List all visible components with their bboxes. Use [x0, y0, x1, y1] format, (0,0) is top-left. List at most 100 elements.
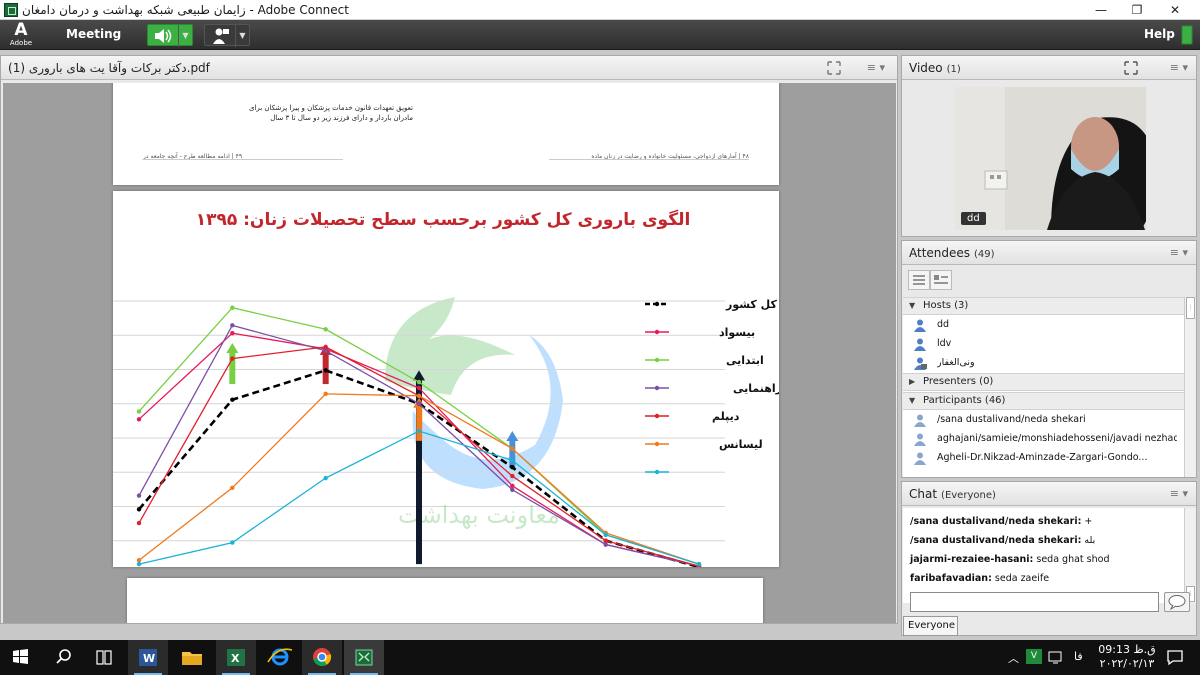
group-hosts-label: Hosts (3) — [923, 300, 969, 311]
video-pod: Video (1) ≡ ▾ dd — [901, 55, 1197, 237]
word-app[interactable]: W — [128, 640, 168, 675]
chrome-app[interactable] — [302, 640, 342, 675]
meeting-menu[interactable]: Meeting — [66, 27, 121, 41]
legend-item: بیسواد — [645, 326, 755, 339]
clock-date: ۲۰۲۲/۰۲/۱۳ — [1099, 657, 1155, 670]
video-menu-icon[interactable]: ≡ ▾ — [1170, 61, 1188, 74]
video-expand-icon[interactable] — [1124, 61, 1138, 75]
data-point — [230, 356, 235, 361]
list-view-icon[interactable] — [908, 270, 930, 290]
grouped-view-icon[interactable] — [930, 270, 952, 290]
system-clock[interactable]: 09:13 ق.ظ ۲۰۲۲/۰۲/۱۳ — [1094, 643, 1160, 671]
legend-label: راهنمایی — [733, 382, 779, 395]
excel-app[interactable]: X — [216, 640, 256, 675]
speaker-icon — [155, 29, 172, 43]
group-participants[interactable]: ▼ Participants (46) — [903, 392, 1185, 410]
chart-legend: کل کشوربیسوادابتداییراهنماییدیپلملیسانسف… — [645, 298, 896, 479]
input-language[interactable]: فا — [1074, 650, 1083, 663]
expand-arrow-icon[interactable]: ▼ — [909, 301, 915, 310]
ie-app[interactable] — [260, 640, 300, 675]
attendee-scrollbar[interactable]: ⋮ — [1184, 297, 1196, 477]
chat-input[interactable] — [910, 592, 1159, 612]
data-point — [136, 558, 142, 563]
search-button[interactable] — [44, 640, 84, 675]
chat-message: /sana dustalivand/neda shekari: + — [910, 516, 1092, 527]
data-point — [323, 327, 328, 332]
network-icon[interactable] — [1048, 650, 1064, 665]
attendee-row[interactable]: /sana dustalivand/neda shekari — [903, 411, 1185, 430]
adobe-logo: A Adobe — [8, 22, 34, 48]
fertility-chart: معاونت بهداشت الگوی باروری کل کشور برحسب… — [113, 209, 896, 611]
chat-messages[interactable]: /sana dustalivand/neda shekari: + /sana … — [903, 508, 1184, 603]
page-bullet-text: تعویق تعهدات قانون خدمات پزشکان و پیرا پ… — [248, 104, 413, 122]
notifications-icon[interactable] — [1166, 648, 1184, 666]
expand-arrow-icon[interactable]: ▼ — [909, 396, 915, 405]
speaker-button[interactable]: ▼ — [147, 24, 193, 47]
send-message-button[interactable] — [1164, 592, 1190, 612]
host-icon — [914, 338, 926, 351]
attendee-row[interactable]: Agheli-Dr.Nikzad-Aminzade-Zargari-Gondo.… — [903, 449, 1185, 468]
data-point — [230, 330, 235, 336]
data-point — [696, 561, 702, 567]
data-point — [136, 493, 142, 498]
chat-recipient-dropdown[interactable]: Everyone — [903, 616, 958, 636]
attendees-title: Attendees (49) — [909, 246, 995, 260]
presenter-dropdown-icon[interactable]: ▼ — [235, 25, 249, 47]
attendee-row[interactable]: dd — [903, 316, 1185, 335]
task-view-button[interactable] — [84, 640, 124, 675]
chat-message: /sana dustalivand/neda shekari: بله — [910, 535, 1095, 546]
data-point — [416, 401, 422, 406]
data-point — [136, 417, 142, 422]
help-menu[interactable]: Help — [1144, 27, 1175, 41]
attendees-count: (49) — [974, 249, 995, 260]
attendee-row[interactable]: aghajani/samieie/monshiadehosseni/javadi… — [903, 430, 1185, 449]
chat-scope: (Everyone) — [941, 490, 996, 501]
data-point — [510, 487, 515, 492]
data-point — [416, 428, 422, 434]
attendee-row[interactable]: ونی‌الغفار — [903, 354, 1185, 373]
svg-text:W: W — [143, 652, 155, 665]
data-point — [603, 542, 608, 547]
show-hidden-icons[interactable]: ︿ — [1008, 650, 1019, 666]
data-point — [136, 561, 142, 567]
video-feed[interactable]: dd — [955, 87, 1146, 230]
chat-text: seda zaeife — [994, 573, 1050, 584]
attendees-view-toggle — [908, 270, 954, 292]
svg-text:X: X — [231, 652, 240, 665]
data-point — [510, 446, 515, 451]
attendees-menu-icon[interactable]: ≡ ▾ — [1170, 246, 1188, 259]
legend-item: دیپلم — [645, 410, 740, 423]
chat-message: faribafavadian: seda zaeife — [910, 573, 1049, 584]
vpn-icon[interactable]: V — [1026, 649, 1042, 664]
attendee-row[interactable]: ldv — [903, 335, 1185, 354]
data-point — [230, 305, 235, 310]
webcam-image — [955, 87, 1146, 230]
group-presenters[interactable]: ▶ Presenters (0) — [903, 373, 1185, 391]
pod-menu-icon[interactable]: ≡ ▾ — [867, 61, 885, 74]
data-point — [230, 323, 235, 328]
expand-icon[interactable] — [827, 61, 841, 75]
attendee-list[interactable]: ▼ Hosts (3) dd ldv ونی‌الغفار ▶ Presente… — [903, 297, 1185, 477]
speaker-dropdown-icon[interactable]: ▼ — [178, 25, 192, 47]
start-button[interactable] — [0, 640, 40, 675]
chat-menu-icon[interactable]: ≡ ▾ — [1170, 487, 1188, 500]
close-button[interactable]: ✕ — [1152, 0, 1198, 20]
file-explorer-app[interactable] — [172, 640, 212, 675]
document-viewer[interactable]: تعویق تعهدات قانون خدمات پزشکان و پیرا پ… — [3, 83, 896, 623]
chat-sender: jajarmi-rezaiee-hasani: — [910, 554, 1034, 565]
chat-text: + — [1084, 516, 1093, 527]
collapse-arrow-icon[interactable]: ▶ — [909, 377, 915, 386]
presenter-button[interactable]: ▼ — [204, 24, 250, 47]
legend-item: کل کشور — [645, 298, 777, 311]
scroll-thumb[interactable]: ⋮ — [1186, 297, 1195, 319]
legend-label: کل کشور — [725, 298, 777, 311]
data-point — [510, 473, 515, 479]
adobe-connect-app[interactable] — [344, 640, 384, 675]
share-pod-header: دکتر برکات وآقا یت های باروری (1).pdf ≡ … — [1, 56, 897, 80]
attendees-pod: Attendees (49) ≡ ▾ ▼ Hosts (3) dd ldv ونی… — [901, 240, 1197, 478]
clock-time: 09:13 ق.ظ — [1098, 643, 1156, 656]
chat-scrollbar[interactable]: ⋮ — [1184, 508, 1196, 603]
group-presenters-label: Presenters (0) — [923, 376, 994, 387]
toolbar-grip-icon[interactable] — [1180, 24, 1194, 46]
group-hosts[interactable]: ▼ Hosts (3) — [903, 297, 1185, 315]
